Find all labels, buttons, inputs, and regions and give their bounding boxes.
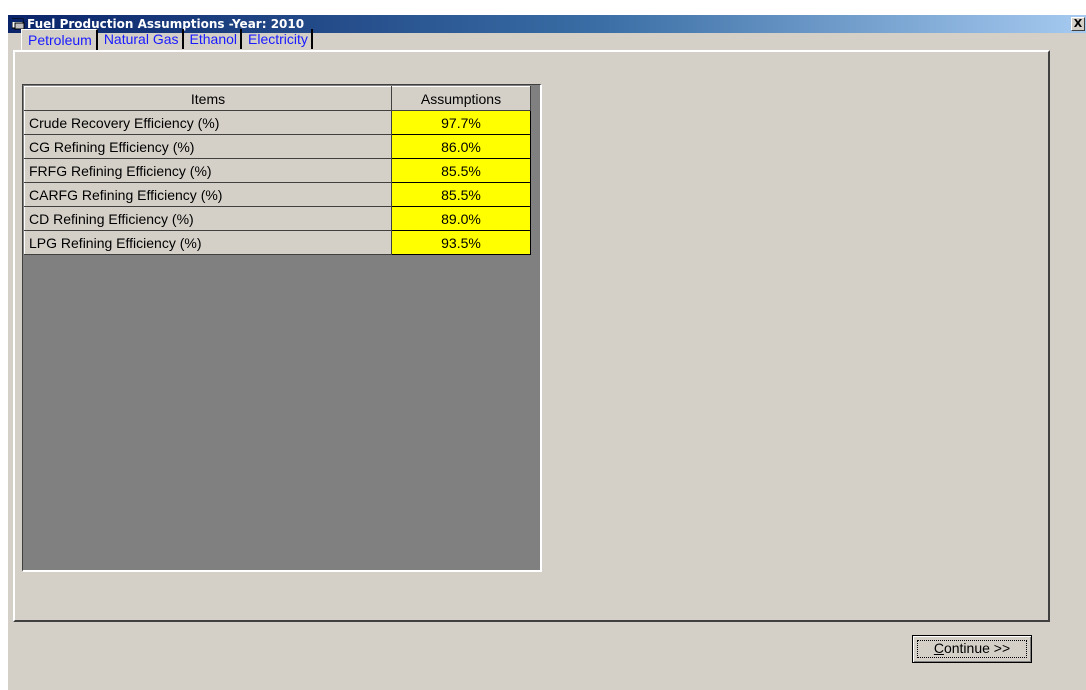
- item-cell[interactable]: CG Refining Efficiency (%): [24, 134, 392, 159]
- tab-ethanol[interactable]: Ethanol: [187, 29, 242, 49]
- item-cell[interactable]: FRFG Refining Efficiency (%): [24, 158, 392, 183]
- table-row: Crude Recovery Efficiency (%) 97.7%: [24, 110, 531, 135]
- continue-button[interactable]: Continue >>: [912, 635, 1032, 663]
- continue-button-label: Continue >>: [933, 640, 1011, 656]
- close-icon[interactable]: X: [1071, 17, 1085, 31]
- item-cell[interactable]: LPG Refining Efficiency (%): [24, 230, 392, 255]
- assumption-cell[interactable]: 93.5%: [391, 230, 531, 255]
- assumptions-table: Items Assumptions Crude Recovery Efficie…: [24, 86, 531, 255]
- table-row: CD Refining Efficiency (%) 89.0%: [24, 206, 531, 231]
- assumption-cell[interactable]: 86.0%: [391, 134, 531, 159]
- tab-strip: Petroleum Natural Gas Ethanol Electricit…: [21, 29, 316, 51]
- assumption-cell[interactable]: 89.0%: [391, 206, 531, 231]
- tab-petroleum[interactable]: Petroleum: [21, 29, 98, 50]
- assumption-cell[interactable]: 97.7%: [391, 110, 531, 135]
- tab-natural-gas[interactable]: Natural Gas: [101, 29, 184, 49]
- column-header-items[interactable]: Items: [24, 86, 392, 111]
- assumption-cell[interactable]: 85.5%: [391, 182, 531, 207]
- table-row: LPG Refining Efficiency (%) 93.5%: [24, 230, 531, 255]
- tab-electricity[interactable]: Electricity: [245, 29, 313, 49]
- table-row: FRFG Refining Efficiency (%) 85.5%: [24, 158, 531, 183]
- table-row: CG Refining Efficiency (%) 86.0%: [24, 134, 531, 159]
- item-cell[interactable]: Crude Recovery Efficiency (%): [24, 110, 392, 135]
- table-row: CARFG Refining Efficiency (%) 85.5%: [24, 182, 531, 207]
- item-cell[interactable]: CD Refining Efficiency (%): [24, 206, 392, 231]
- column-header-assumptions[interactable]: Assumptions: [391, 86, 531, 111]
- header-row: Items Assumptions: [24, 86, 531, 111]
- assumptions-grid[interactable]: Items Assumptions Crude Recovery Efficie…: [22, 84, 542, 572]
- assumption-cell[interactable]: 85.5%: [391, 158, 531, 183]
- item-cell[interactable]: CARFG Refining Efficiency (%): [24, 182, 392, 207]
